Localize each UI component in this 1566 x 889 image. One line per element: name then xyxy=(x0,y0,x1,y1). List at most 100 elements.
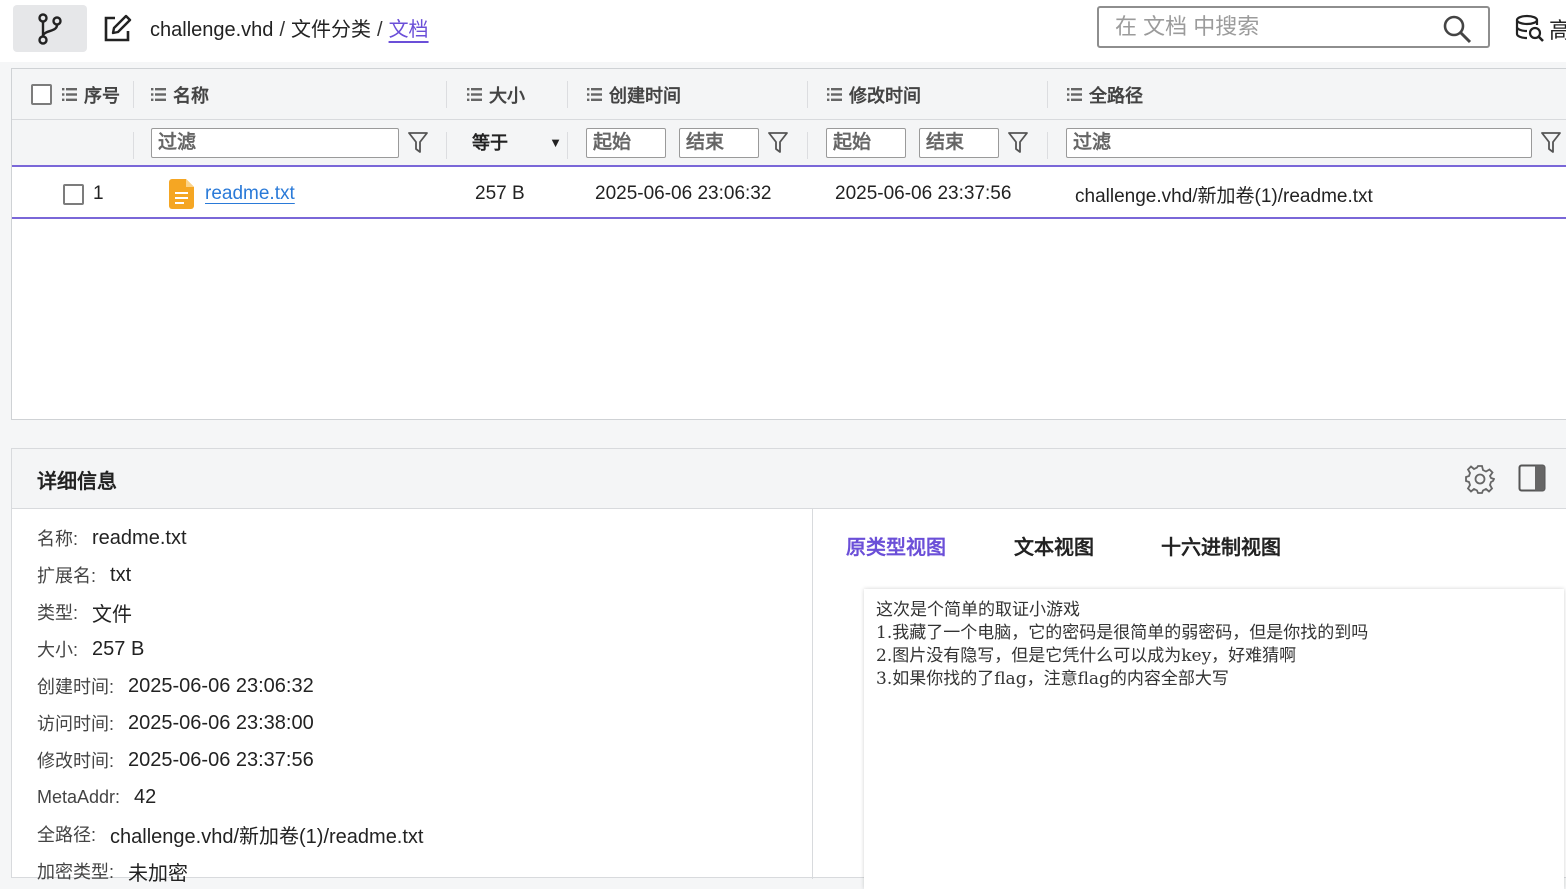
breadcrumb: challenge.vhd / 文件分类 / 文档 xyxy=(150,15,429,45)
column-divider[interactable] xyxy=(446,81,447,108)
column-header-size[interactable]: 大小 xyxy=(467,69,525,120)
column-menu-icon[interactable] xyxy=(587,88,602,101)
tab-text-view[interactable]: 文本视图 xyxy=(1014,531,1094,560)
row-name-cell: readme.txt xyxy=(169,169,295,219)
path-filter-input[interactable] xyxy=(1066,128,1532,158)
property-value: 未加密 xyxy=(128,862,189,885)
breadcrumb-item-current[interactable]: 文档 xyxy=(389,19,429,41)
property-key: 扩展名: xyxy=(37,566,97,586)
row-modified: 2025-06-06 23:37:56 xyxy=(835,183,1012,204)
property-key: 全路径: xyxy=(37,825,97,845)
search-box xyxy=(1097,6,1490,48)
property-value: 2025-06-06 23:06:32 xyxy=(128,674,314,697)
breadcrumb-item-category[interactable]: 文件分类 xyxy=(291,19,371,41)
column-menu-icon[interactable] xyxy=(62,88,77,101)
property-key: 名称: xyxy=(37,529,79,549)
column-divider[interactable] xyxy=(1047,81,1048,108)
detail-panel: 详细信息 名称: readme.txt 扩展名: txt 类型: 文件 大小: … xyxy=(11,448,1566,889)
database-search-icon xyxy=(1515,14,1544,42)
column-menu-icon[interactable] xyxy=(151,88,166,101)
property-value: readme.txt xyxy=(92,526,187,549)
column-header-created[interactable]: 创建时间 xyxy=(587,69,681,120)
property-item: 大小: 257 B xyxy=(37,636,144,662)
size-operator-value: 等于 xyxy=(472,133,508,153)
gear-icon[interactable] xyxy=(1465,464,1495,494)
column-menu-icon[interactable] xyxy=(467,88,482,101)
search-icon[interactable] xyxy=(1442,14,1472,44)
property-list: 名称: readme.txt 扩展名: txt 类型: 文件 大小: 257 B… xyxy=(12,509,813,885)
created-start-input[interactable] xyxy=(586,128,666,158)
file-name-link[interactable]: readme.txt xyxy=(205,183,295,205)
row-index: 1 xyxy=(93,183,104,204)
advanced-search-button[interactable]: 高 xyxy=(1515,12,1566,46)
content-line: 3.如果你找的了flag，注意flag的内容全部大写 xyxy=(876,669,1229,689)
property-value: challenge.vhd/新加卷(1)/readme.txt xyxy=(110,825,424,848)
created-end-input[interactable] xyxy=(679,128,759,158)
breadcrumb-item-root[interactable]: challenge.vhd xyxy=(150,19,273,41)
row-select-cell xyxy=(63,169,84,219)
column-header-name[interactable]: 名称 xyxy=(151,69,209,120)
property-item: 类型: 文件 xyxy=(37,599,133,626)
content-line: 2.图片没有隐写，但是它凭什么可以成为key，好难猜啊 xyxy=(876,646,1297,666)
row-size: 257 B xyxy=(475,183,525,204)
column-divider[interactable] xyxy=(807,81,808,108)
column-header-path[interactable]: 全路径 xyxy=(1067,69,1143,120)
column-divider xyxy=(807,132,808,159)
filter-row: 等于 ▼ xyxy=(12,120,1566,167)
property-item: 加密类型: 未加密 xyxy=(37,858,189,885)
branch-button[interactable] xyxy=(13,5,87,52)
search-input[interactable] xyxy=(1113,12,1433,42)
property-item: 访问时间: 2025-06-06 23:38:00 xyxy=(37,710,314,736)
property-key: 类型: xyxy=(37,603,79,623)
row-created: 2025-06-06 23:06:32 xyxy=(595,183,772,204)
property-item: 创建时间: 2025-06-06 23:06:32 xyxy=(37,673,314,699)
edit-button[interactable] xyxy=(100,12,134,46)
advanced-search-label: 高 xyxy=(1549,18,1566,43)
property-item: 名称: readme.txt xyxy=(37,525,187,551)
size-operator-select[interactable]: 等于 ▼ xyxy=(472,128,562,158)
column-divider xyxy=(446,132,447,159)
column-menu-icon[interactable] xyxy=(827,88,842,101)
property-value: 2025-06-06 23:38:00 xyxy=(128,711,314,734)
modified-end-input[interactable] xyxy=(919,128,999,158)
breadcrumb-separator: / xyxy=(279,19,285,41)
column-header-index[interactable]: 序号 xyxy=(62,69,120,120)
name-filter-input[interactable] xyxy=(151,128,399,158)
file-text-icon xyxy=(169,179,194,209)
select-all-checkbox[interactable] xyxy=(31,84,52,105)
row-path: challenge.vhd/新加卷(1)/readme.txt xyxy=(1075,185,1373,207)
column-label: 修改时间 xyxy=(849,85,921,106)
column-divider[interactable] xyxy=(567,81,568,108)
property-key: 大小: xyxy=(37,640,79,660)
property-item: MetaAddr: 42 xyxy=(37,784,156,810)
edit-icon xyxy=(104,14,132,42)
property-key: MetaAddr: xyxy=(37,786,121,807)
tab-native-view[interactable]: 原类型视图 xyxy=(846,531,946,560)
property-value: 2025-06-06 23:37:56 xyxy=(128,748,314,771)
property-item: 扩展名: txt xyxy=(37,562,131,588)
table-header: 序号 名称 大小 创建时间 修改时间 全路径 xyxy=(12,69,1566,120)
panel-toggle-icon[interactable] xyxy=(1518,464,1546,492)
filter-icon[interactable] xyxy=(1541,132,1561,154)
column-label: 全路径 xyxy=(1089,85,1143,106)
filter-icon[interactable] xyxy=(768,132,788,154)
column-header-modified[interactable]: 修改时间 xyxy=(827,69,921,120)
property-item: 全路径: challenge.vhd/新加卷(1)/readme.txt xyxy=(37,821,424,848)
property-item: 修改时间: 2025-06-06 23:37:56 xyxy=(37,747,314,773)
column-divider xyxy=(567,132,568,159)
row-checkbox[interactable] xyxy=(63,183,84,205)
property-value: txt xyxy=(110,563,132,586)
dropdown-arrow-icon: ▼ xyxy=(549,135,562,150)
property-value: 42 xyxy=(134,785,157,808)
table-row[interactable]: 1 readme.txt 257 B 2025-06-06 23:06:32 2… xyxy=(12,169,1566,219)
property-value: 文件 xyxy=(92,603,133,626)
column-menu-icon[interactable] xyxy=(1067,88,1082,101)
modified-start-input[interactable] xyxy=(826,128,906,158)
column-divider[interactable] xyxy=(133,81,134,108)
filter-icon[interactable] xyxy=(1008,132,1028,154)
filter-icon[interactable] xyxy=(408,132,428,154)
file-content-preview[interactable]: 这次是个简单的取证小游戏 1.我藏了一个电脑，它的密码是很简单的弱密码，但是你找… xyxy=(864,589,1564,889)
property-value: 257 B xyxy=(92,637,145,660)
tab-hex-view[interactable]: 十六进制视图 xyxy=(1161,531,1281,560)
property-key: 加密类型: xyxy=(37,862,115,882)
